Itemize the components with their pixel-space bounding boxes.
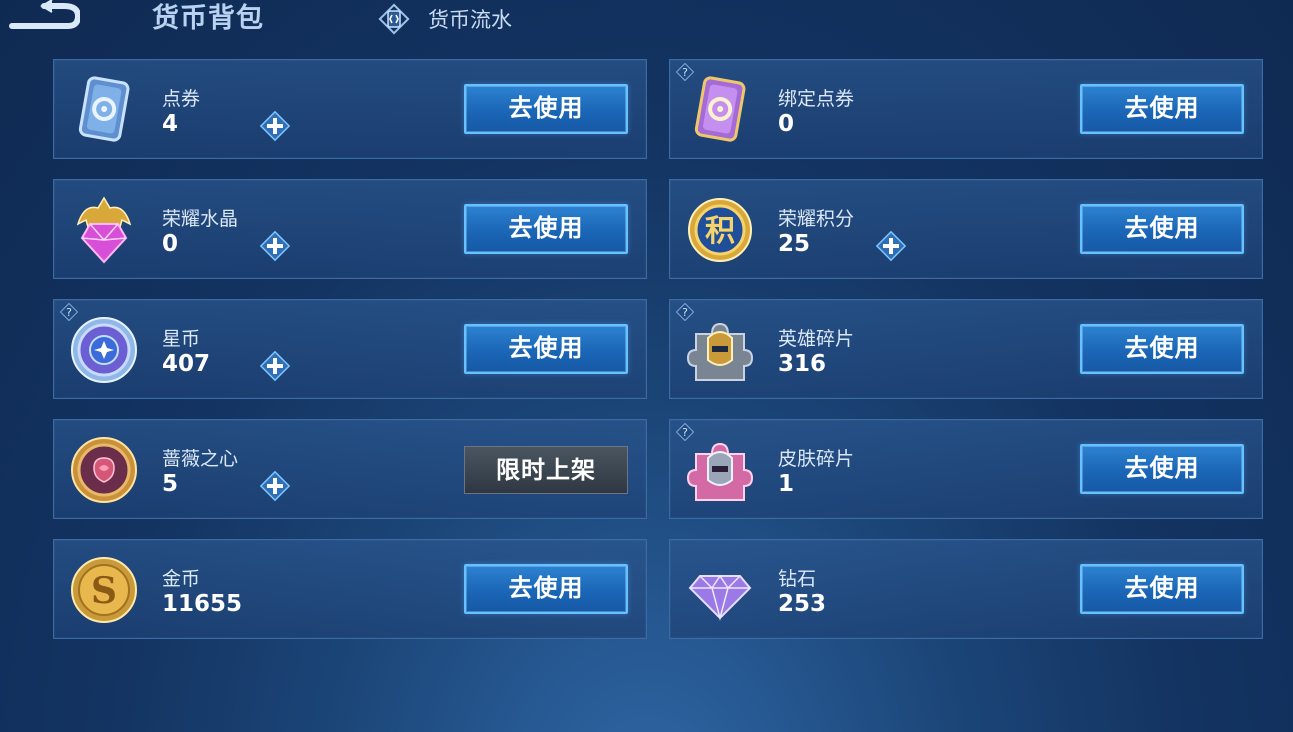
star-coin-icon (68, 314, 140, 386)
back-button[interactable] (8, 0, 82, 32)
add-plus-button[interactable] (257, 468, 293, 504)
points-coin-char: 积 (705, 214, 735, 249)
item-name: 蔷薇之心 (162, 448, 239, 470)
currency-card-diamond: 钻石 253 去使用 (669, 539, 1263, 639)
currency-card-skin-fragment: ? 皮肤碎片 1 去使用 (669, 419, 1263, 519)
page-title: 货币背包 (152, 3, 264, 34)
currency-card-glory-points: 积 荣耀积分 25 去使用 (669, 179, 1263, 279)
hero-fragment-icon (684, 314, 756, 386)
item-name: 英雄碎片 (778, 328, 855, 350)
use-button[interactable]: 去使用 (464, 84, 628, 134)
item-name: 荣耀积分 (778, 208, 855, 230)
item-count: 4 (162, 111, 179, 137)
item-name: 荣耀水晶 (162, 208, 239, 230)
use-button[interactable]: 去使用 (464, 564, 628, 614)
currency-card-glory-crystal: 荣耀水晶 0 去使用 (53, 179, 647, 279)
flow-record-icon (378, 3, 410, 35)
points-coin-icon: 积 (684, 194, 756, 266)
use-button[interactable]: 去使用 (464, 324, 628, 374)
back-arrow-icon (9, 0, 82, 29)
item-count: 253 (778, 591, 827, 617)
item-count: 0 (162, 231, 179, 257)
crystal-icon (68, 194, 140, 266)
currency-card-rose-heart: 蔷薇之心 5 限时上架 (53, 419, 647, 519)
currency-card-star-coin: ? 星币 407 去使用 (53, 299, 647, 399)
currency-card-dianquan: 点券 4 去使用 (53, 59, 647, 159)
item-name: 金币 (162, 568, 201, 590)
plus-icon (259, 350, 291, 382)
item-name: 绑定点券 (778, 88, 855, 110)
use-button[interactable]: 去使用 (1080, 84, 1244, 134)
item-name: 点券 (162, 88, 201, 110)
gold-coin-char: S (91, 570, 117, 612)
item-count: 11655 (162, 591, 243, 617)
item-count: 1 (778, 471, 795, 497)
diamond-icon (684, 554, 756, 626)
use-button[interactable]: 去使用 (1080, 324, 1244, 374)
flow-label: 货币流水 (428, 8, 512, 32)
gold-coin-icon: S (68, 554, 140, 626)
item-count: 5 (162, 471, 179, 497)
plus-icon (259, 470, 291, 502)
add-plus-button[interactable] (257, 108, 293, 144)
skin-fragment-icon (684, 434, 756, 506)
plus-icon (875, 230, 907, 262)
use-button[interactable]: 去使用 (1080, 444, 1244, 494)
currency-card-bound-dianquan: ? 绑定点券 0 去使用 (669, 59, 1263, 159)
item-count: 407 (162, 351, 211, 377)
item-name: 钻石 (778, 568, 817, 590)
currency-card-hero-fragment: ? 英雄碎片 316 去使用 (669, 299, 1263, 399)
use-button[interactable]: 去使用 (1080, 204, 1244, 254)
item-name: 星币 (162, 328, 201, 350)
limited-time-button: 限时上架 (464, 446, 628, 494)
item-count: 25 (778, 231, 811, 257)
item-count: 316 (778, 351, 827, 377)
currency-card-gold: S 金币 11655 去使用 (53, 539, 647, 639)
rose-heart-icon (68, 434, 140, 506)
add-plus-button[interactable] (257, 228, 293, 264)
ticket-purple-icon (684, 74, 756, 146)
currency-flow-link[interactable]: 货币流水 (378, 2, 512, 36)
add-plus-button[interactable] (257, 348, 293, 384)
item-count: 0 (778, 111, 795, 137)
ticket-blue-icon (68, 74, 140, 146)
top-bar: 货币背包 货币流水 (0, 0, 1293, 50)
plus-icon (259, 110, 291, 142)
add-plus-button[interactable] (873, 228, 909, 264)
use-button[interactable]: 去使用 (464, 204, 628, 254)
plus-icon (259, 230, 291, 262)
use-button[interactable]: 去使用 (1080, 564, 1244, 614)
item-name: 皮肤碎片 (778, 448, 855, 470)
